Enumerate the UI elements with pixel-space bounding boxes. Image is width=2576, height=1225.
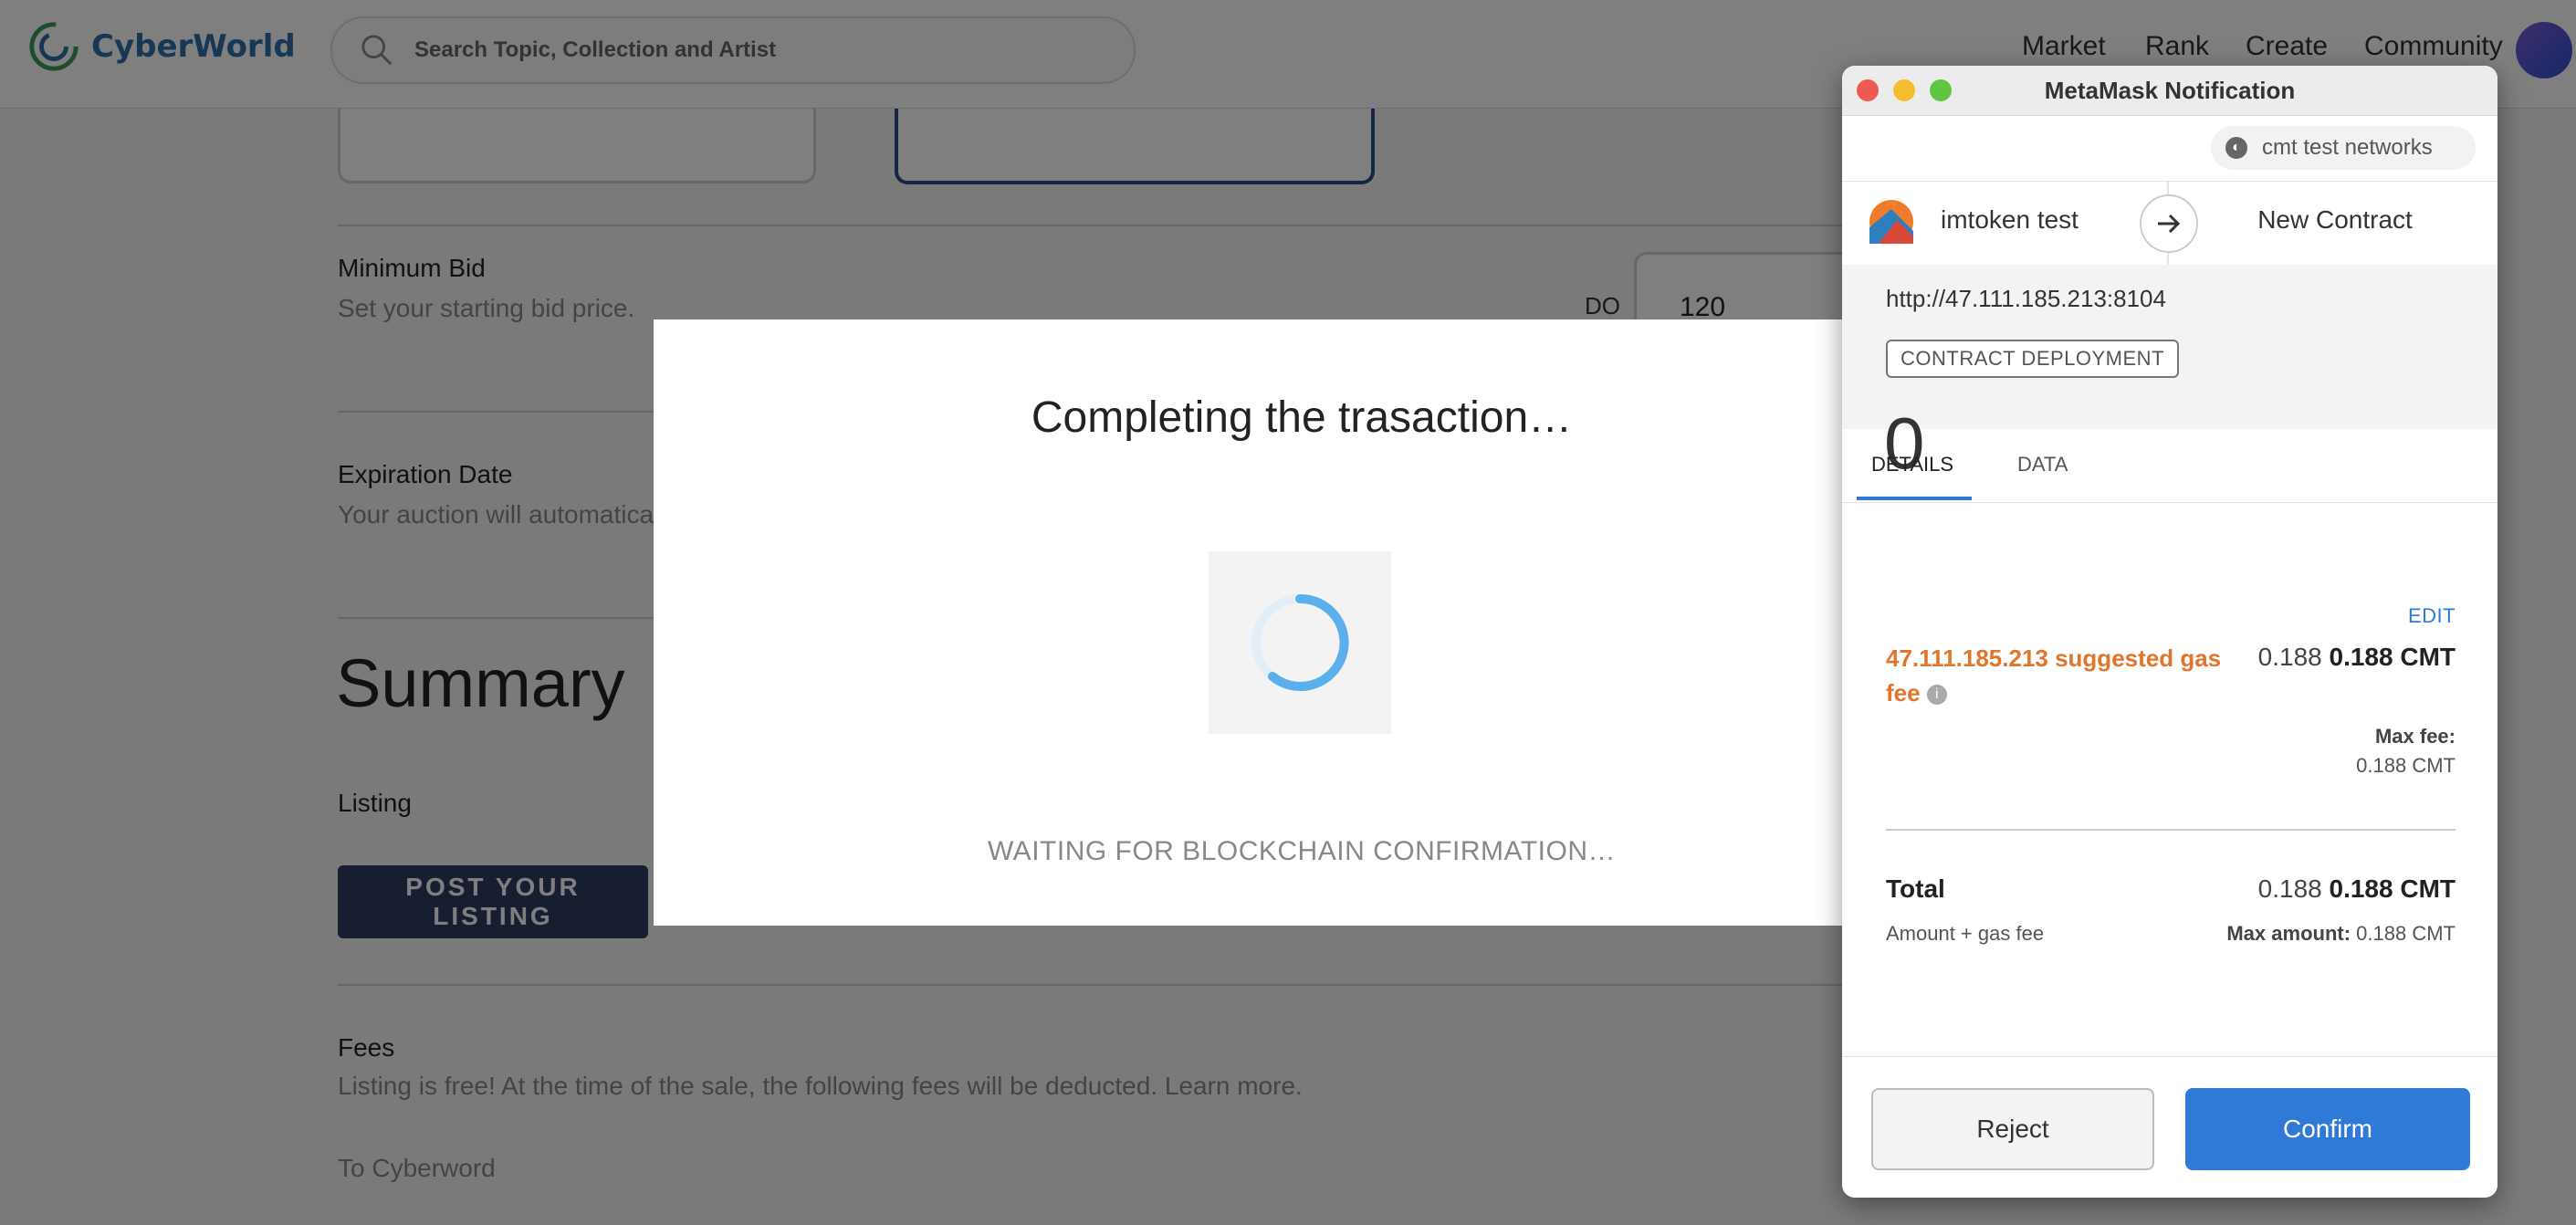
divider — [1886, 829, 2456, 831]
modal-title: Completing the trasaction… — [1031, 393, 1573, 442]
info-icon[interactable]: i — [1926, 685, 1947, 706]
confirm-button[interactable]: Confirm — [2185, 1088, 2470, 1170]
total-value: 0.188 — [2257, 874, 2322, 903]
transaction-modal: Completing the trasaction… WAITING FOR B… — [654, 319, 1846, 926]
window-titlebar: MetaMask Notification — [1842, 66, 2497, 116]
active-tab-indicator — [1857, 497, 1972, 500]
network-name: cmt test networks — [2262, 135, 2433, 160]
metamask-window: MetaMask Notification ◐ cmt test network… — [1842, 66, 2497, 1198]
max-amount-label: Max amount: — [2226, 922, 2351, 945]
tx-type-badge: CONTRACT DEPLOYMENT — [1886, 340, 2180, 378]
gas-fee-value-bold: 0.188 CMT — [2329, 643, 2456, 671]
total-value-bold: 0.188 CMT — [2329, 874, 2456, 903]
tx-summary: http://47.111.185.213:8104 CONTRACT DEPL… — [1842, 265, 2497, 484]
window-title: MetaMask Notification — [2044, 77, 2296, 104]
gas-fee-value: 0.188 — [2257, 643, 2322, 671]
tab-details[interactable]: DETAILS — [1871, 453, 1953, 476]
max-fee-label: Max fee: — [2374, 725, 2456, 748]
account-name: imtoken test — [1941, 205, 2079, 234]
arrow-right-icon — [2140, 194, 2198, 253]
max-fee-value: 0.188 CMT — [2356, 754, 2456, 777]
total-values: 0.188 0.188 CMT — [2258, 874, 2456, 904]
spinner-icon — [1251, 593, 1349, 691]
gas-fee-values: 0.188 0.188 CMT — [2258, 643, 2456, 672]
tx-tabs: DETAILS DATA — [1842, 429, 2497, 503]
origin-url: http://47.111.185.213:8104 — [1886, 285, 2166, 312]
globe-icon: ◐ — [2225, 137, 2247, 159]
destination-label: New Contract — [2257, 205, 2413, 234]
network-selector[interactable]: ◐ cmt test networks — [2211, 126, 2476, 170]
reject-button[interactable]: Reject — [1871, 1088, 2154, 1170]
amount-gas-label: Amount + gas fee — [1886, 922, 2045, 945]
modal-status: WAITING FOR BLOCKCHAIN CONFIRMATION… — [987, 836, 1616, 866]
loading-spinner — [1209, 551, 1391, 734]
gas-fee-label: 47.111.185.213 suggested gas fee i — [1886, 641, 2233, 710]
edit-gas-link[interactable]: EDIT — [2408, 604, 2456, 628]
total-label: Total — [1886, 874, 1945, 903]
max-amount: Max amount: 0.188 CMT — [2226, 922, 2456, 946]
account-row: imtoken test New Contract — [1842, 181, 2497, 267]
max-amount-value: 0.188 CMT — [2356, 922, 2456, 945]
account-identicon-icon — [1869, 200, 1913, 244]
action-footer: Reject Confirm — [1842, 1056, 2497, 1198]
tab-data[interactable]: DATA — [2017, 453, 2068, 476]
